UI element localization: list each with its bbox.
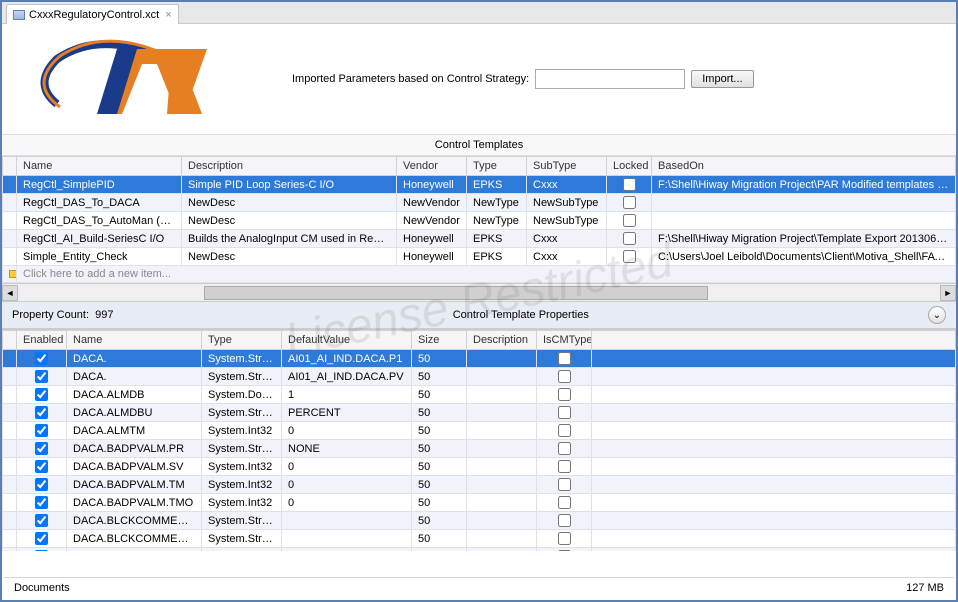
enabled-checkbox[interactable] xyxy=(35,388,48,401)
footer-left[interactable]: Documents xyxy=(14,582,70,594)
iscmtype-checkbox[interactable] xyxy=(558,550,571,551)
iscmtype-checkbox[interactable] xyxy=(558,478,571,491)
iscmtype-checkbox[interactable] xyxy=(558,406,571,419)
enabled-checkbox[interactable] xyxy=(35,442,48,455)
iscmtype-checkbox[interactable] xyxy=(558,352,571,365)
property-count: Property Count: 997 xyxy=(12,309,114,321)
col-size[interactable]: Size xyxy=(412,331,467,350)
locked-checkbox[interactable] xyxy=(623,250,636,263)
table-row[interactable]: DACA.BADPVALM.PRSystem.StringNONE50 xyxy=(3,440,956,458)
add-icon xyxy=(9,270,17,278)
scroll-left-icon[interactable]: ◄ xyxy=(2,285,18,301)
header-area: Imported Parameters based on Control Str… xyxy=(2,24,956,134)
table-row[interactable]: RegCtl_SimplePIDSimple PID Loop Series-C… xyxy=(3,176,956,194)
iscmtype-checkbox[interactable] xyxy=(558,496,571,509)
enabled-checkbox[interactable] xyxy=(35,550,48,551)
table-row[interactable]: RegCtl_DAS_To_AutoMan (HIC)NewDescNewVen… xyxy=(3,212,956,230)
enabled-checkbox[interactable] xyxy=(35,370,48,383)
footer: Documents 127 MB xyxy=(4,577,954,598)
table-row[interactable]: DACA.ALMTMSystem.Int32050 xyxy=(3,422,956,440)
iscmtype-checkbox[interactable] xyxy=(558,532,571,545)
table-row[interactable]: DACA.ALMDBSystem.Double150 xyxy=(3,386,956,404)
import-input[interactable] xyxy=(535,69,685,89)
horizontal-scrollbar[interactable]: ◄ ► xyxy=(2,283,956,301)
col-iscmtype[interactable]: IsCMType xyxy=(537,331,592,350)
expand-collapse-button[interactable]: ⌄ xyxy=(928,306,946,324)
col-subtype[interactable]: SubType xyxy=(527,157,607,176)
iscmtype-checkbox[interactable] xyxy=(558,388,571,401)
table-row[interactable]: DACA.BLCKCOMMENT1System.String50 xyxy=(3,512,956,530)
col-locked[interactable]: Locked xyxy=(607,157,652,176)
locked-checkbox[interactable] xyxy=(623,178,636,191)
enabled-checkbox[interactable] xyxy=(35,424,48,437)
locked-checkbox[interactable] xyxy=(623,232,636,245)
iscmtype-checkbox[interactable] xyxy=(558,370,571,383)
import-button[interactable]: Import... xyxy=(691,70,753,88)
enabled-checkbox[interactable] xyxy=(35,496,48,509)
col-vendor[interactable]: Vendor xyxy=(397,157,467,176)
table-row[interactable]: DACA.BADPVALM.TMOSystem.Int32050 xyxy=(3,494,956,512)
footer-right: 127 MB xyxy=(906,582,944,594)
enabled-checkbox[interactable] xyxy=(35,514,48,527)
import-row: Imported Parameters based on Control Str… xyxy=(292,69,754,89)
table-row[interactable]: DACA.System.StringAI01_AI_IND.DACA.P150 xyxy=(3,350,956,368)
col-type[interactable]: Type xyxy=(202,331,282,350)
col-type[interactable]: Type xyxy=(467,157,527,176)
enabled-checkbox[interactable] xyxy=(35,460,48,473)
iscmtype-checkbox[interactable] xyxy=(558,424,571,437)
tab-bar: CxxxRegulatoryControl.xct × xyxy=(2,2,956,24)
col-name[interactable]: Name xyxy=(67,331,202,350)
table-row[interactable]: DACA.BLCKCOMMENT2System.String50 xyxy=(3,530,956,548)
table-row[interactable]: DACA.BLCKCOMMENT3System.String50 xyxy=(3,548,956,552)
iscmtype-checkbox[interactable] xyxy=(558,514,571,527)
col-description[interactable]: Description xyxy=(182,157,397,176)
templates-title: Control Templates xyxy=(2,134,956,156)
col-enabled[interactable]: Enabled xyxy=(17,331,67,350)
locked-checkbox[interactable] xyxy=(623,196,636,209)
enabled-checkbox[interactable] xyxy=(35,478,48,491)
scroll-right-icon[interactable]: ► xyxy=(940,285,956,301)
table-row[interactable]: DACA.System.StringAI01_AI_IND.DACA.PV50 xyxy=(3,368,956,386)
iscmtype-checkbox[interactable] xyxy=(558,442,571,455)
document-tab[interactable]: CxxxRegulatoryControl.xct × xyxy=(6,4,179,24)
table-row[interactable]: RegCtl_DAS_To_DACANewDescNewVendorNewTyp… xyxy=(3,194,956,212)
add-new-row[interactable]: Click here to add a new item... xyxy=(3,266,956,283)
properties-title: Control Template Properties xyxy=(453,309,589,321)
properties-header-bar: Property Count: 997 Control Template Pro… xyxy=(2,301,956,329)
properties-grid[interactable]: EnabledNameTypeDefaultValueSizeDescripti… xyxy=(2,330,956,551)
col-defaultvalue[interactable]: DefaultValue xyxy=(282,331,412,350)
templates-grid[interactable]: NameDescriptionVendorTypeSubTypeLockedBa… xyxy=(2,156,956,283)
table-row[interactable]: RegCtl_AI_Build-SeriesC I/OBuilds the An… xyxy=(3,230,956,248)
col-name[interactable]: Name xyxy=(17,157,182,176)
enabled-checkbox[interactable] xyxy=(35,532,48,545)
enabled-checkbox[interactable] xyxy=(35,406,48,419)
table-row[interactable]: Simple_Entity_CheckNewDescHoneywellEPKSC… xyxy=(3,248,956,266)
enabled-checkbox[interactable] xyxy=(35,352,48,365)
iscmtype-checkbox[interactable] xyxy=(558,460,571,473)
scroll-thumb[interactable] xyxy=(204,286,709,300)
import-label: Imported Parameters based on Control Str… xyxy=(292,73,529,85)
col-basedon[interactable]: BasedOn xyxy=(652,157,956,176)
table-row[interactable]: DACA.ALMDBUSystem.StringPERCENT50 xyxy=(3,404,956,422)
table-row[interactable]: DACA.BADPVALM.TMSystem.Int32050 xyxy=(3,476,956,494)
col-description[interactable]: Description xyxy=(467,331,537,350)
table-row[interactable]: DACA.BADPVALM.SVSystem.Int32050 xyxy=(3,458,956,476)
document-icon xyxy=(13,10,25,20)
scroll-track[interactable] xyxy=(20,286,938,300)
close-icon[interactable]: × xyxy=(165,9,171,21)
locked-checkbox[interactable] xyxy=(623,214,636,227)
tab-title: CxxxRegulatoryControl.xct xyxy=(29,9,159,21)
logo xyxy=(22,34,252,124)
